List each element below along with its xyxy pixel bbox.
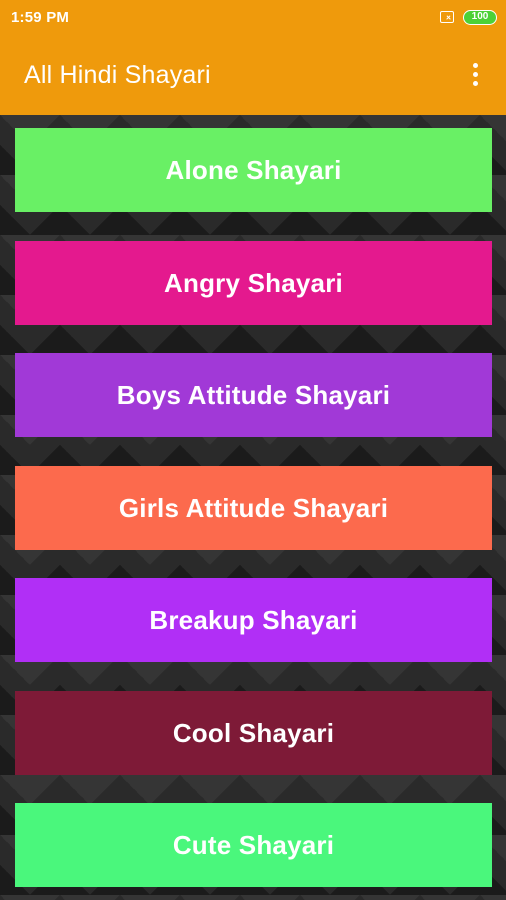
cool-shayari-button[interactable]: Cool Shayari [15,691,492,775]
status-bar: 1:59 PM 100 [0,0,506,36]
no-sim-icon [440,11,454,23]
app-title: All Hindi Shayari [24,61,211,89]
boys-attitude-shayari-button[interactable]: Boys Attitude Shayari [15,353,492,437]
angry-shayari-button[interactable]: Angry Shayari [15,241,492,325]
cute-shayari-button[interactable]: Cute Shayari [15,803,492,887]
status-time: 1:59 PM [11,9,70,26]
category-list: Alone Shayari Angry Shayari Boys Attitud… [0,115,506,900]
girls-attitude-shayari-button[interactable]: Girls Attitude Shayari [15,466,492,550]
alone-shayari-button[interactable]: Alone Shayari [15,128,492,212]
battery-icon: 100 [463,10,497,25]
breakup-shayari-button[interactable]: Breakup Shayari [15,578,492,662]
more-vert-icon[interactable] [463,58,487,94]
app-bar: 1:59 PM 100 All Hindi Shayari [0,0,506,115]
